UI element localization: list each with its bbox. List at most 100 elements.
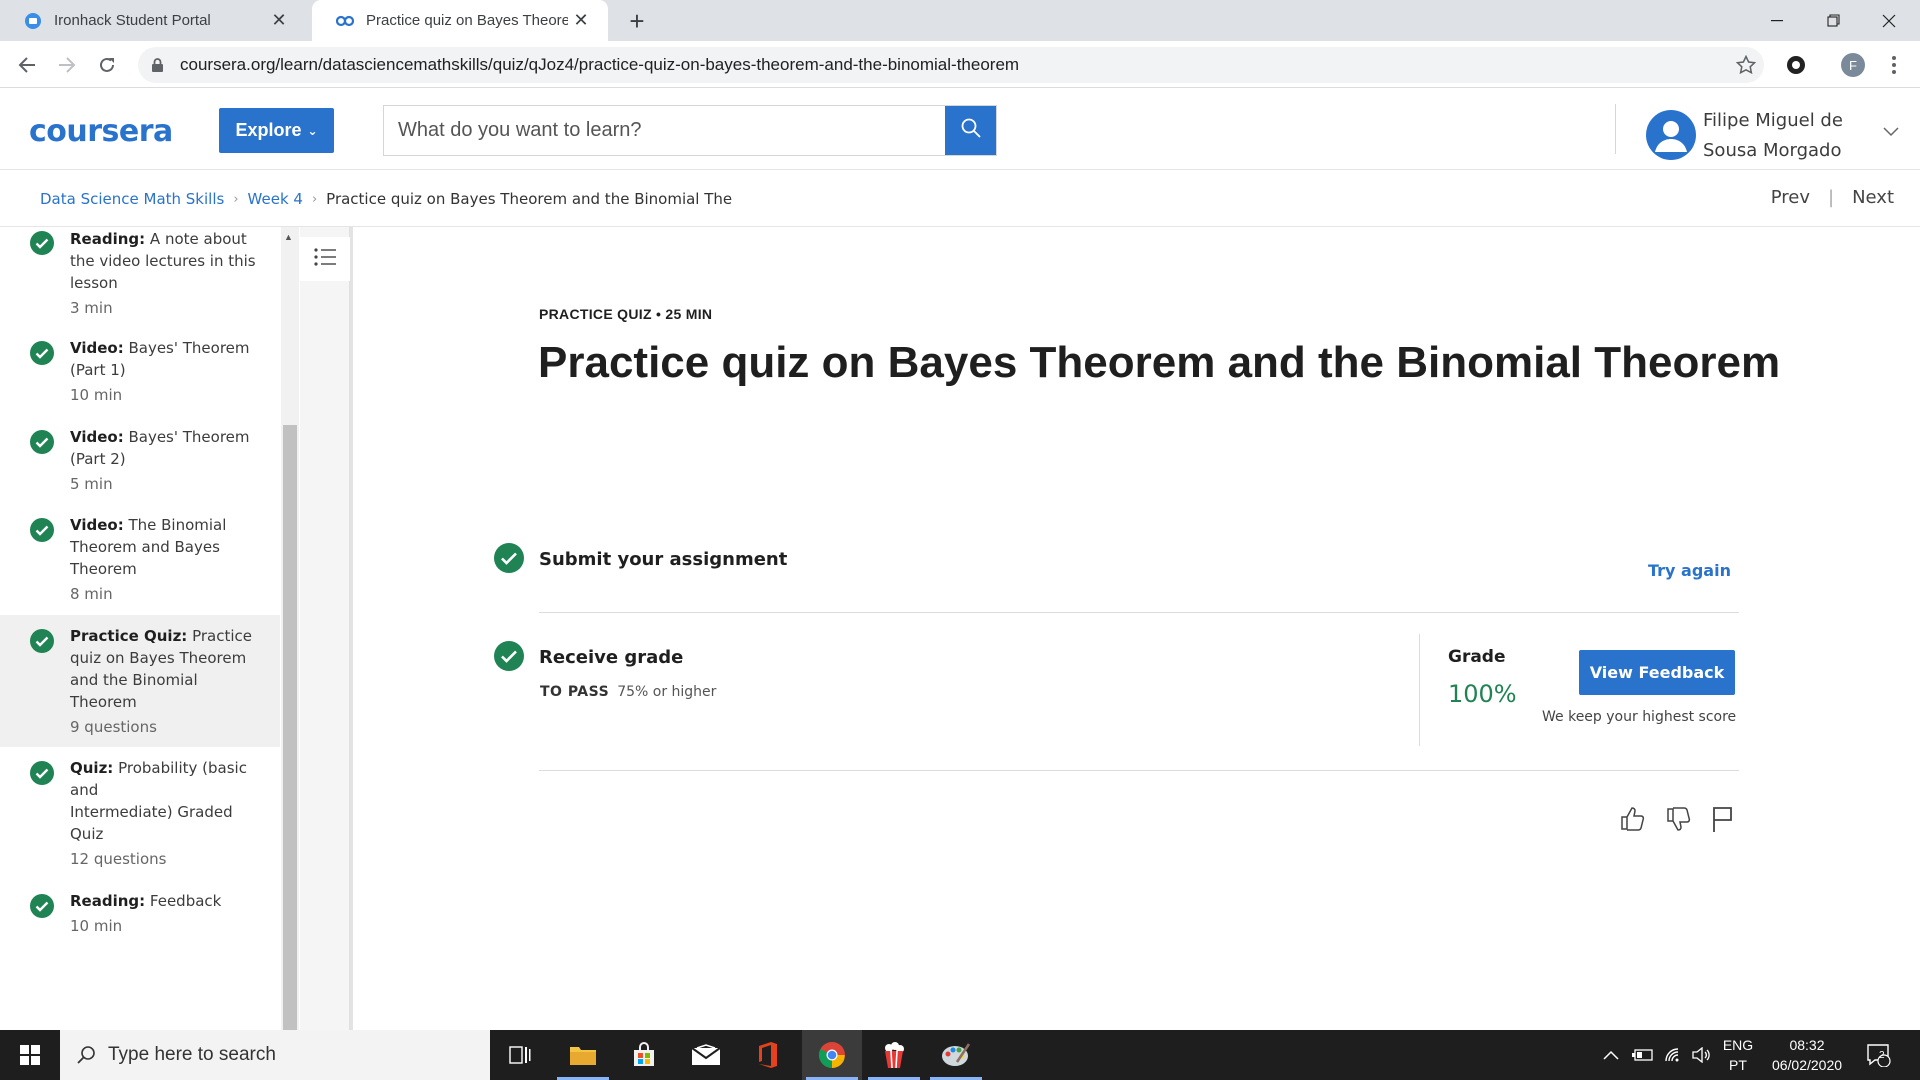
- user-name[interactable]: Filipe Miguel de Sousa Morgado: [1703, 106, 1863, 166]
- tab-title: Ironhack Student Portal: [54, 12, 211, 29]
- thumbs-down-icon[interactable]: [1664, 804, 1694, 834]
- wifi-icon[interactable]: [1664, 1030, 1684, 1080]
- page-title: Practice quiz on Bayes Theorem and the B…: [538, 338, 1781, 387]
- submit-complete-check-icon: [494, 543, 524, 573]
- windows-start-icon[interactable]: [0, 1030, 60, 1080]
- breadcrumb-course-link[interactable]: Data Science Math Skills: [40, 190, 224, 208]
- grade-divider: [1419, 634, 1420, 746]
- tab-title: Practice quiz on Bayes Theorem a: [366, 12, 568, 29]
- close-window-icon[interactable]: [1862, 0, 1916, 41]
- try-again-link[interactable]: Try again: [1648, 561, 1731, 580]
- item-title-line: Quiz: [70, 825, 104, 843]
- mail-icon[interactable]: [676, 1030, 736, 1080]
- item-eyebrow: PRACTICE QUIZ • 25 MIN: [539, 306, 713, 322]
- breadcrumb-bar: Data Science Math Skills › Week 4 › Prac…: [0, 170, 1920, 227]
- microsoft-store-icon[interactable]: [614, 1030, 674, 1080]
- file-explorer-icon[interactable]: [553, 1030, 613, 1080]
- scroll-up-arrow-icon[interactable]: ▲: [284, 232, 293, 242]
- item-type: Practice Quiz:: [70, 627, 188, 645]
- office-icon[interactable]: [738, 1030, 798, 1080]
- sidebar-scrollbar-thumb[interactable]: [283, 425, 297, 1030]
- sidebar-item-video-binomial[interactable]: Video: The Binomial Theorem and Bayes Th…: [0, 514, 280, 614]
- next-link[interactable]: Next: [1852, 187, 1894, 208]
- submit-assignment-label: Submit your assignment: [539, 549, 788, 570]
- extension-icon[interactable]: [1784, 53, 1808, 77]
- view-feedback-button[interactable]: View Feedback: [1579, 650, 1735, 695]
- item-type: Video:: [70, 428, 124, 446]
- close-tab-icon[interactable]: ✕: [266, 8, 292, 34]
- tray-chevron-up-icon[interactable]: [1603, 1030, 1619, 1080]
- system-clock[interactable]: 08:32 06/02/2020: [1762, 1035, 1852, 1075]
- nav-separator: |: [1827, 187, 1835, 208]
- back-arrow-icon[interactable]: [12, 50, 42, 80]
- thumbs-up-icon[interactable]: [1618, 804, 1648, 834]
- sidebar-item-graded-quiz[interactable]: Quiz: Probability (basic and Intermediat…: [0, 757, 280, 868]
- item-duration: 3 min: [70, 299, 113, 317]
- to-pass-requirement: TO PASS 75% or higher: [540, 684, 716, 700]
- item-title-line: Theorem and Bayes: [70, 538, 220, 556]
- chrome-taskbar-icon[interactable]: [802, 1030, 862, 1080]
- restore-icon[interactable]: [1806, 0, 1860, 41]
- new-tab-icon[interactable]: +: [622, 6, 652, 36]
- search-input[interactable]: [384, 106, 945, 155]
- profile-avatar[interactable]: F: [1841, 53, 1865, 77]
- tab-coursera-quiz[interactable]: Practice quiz on Bayes Theorem a ✕: [312, 0, 608, 41]
- item-type: Video:: [70, 516, 124, 534]
- chrome-menu-icon[interactable]: [1882, 53, 1906, 77]
- close-tab-icon[interactable]: ✕: [568, 8, 594, 34]
- task-view-icon[interactable]: [490, 1030, 550, 1080]
- completed-check-icon: [30, 430, 54, 454]
- taskbar-search-placeholder: Type here to search: [108, 1044, 276, 1065]
- content-divider: [350, 227, 353, 1030]
- item-title: Probability (basic: [113, 759, 247, 777]
- forward-arrow-icon[interactable]: [52, 50, 82, 80]
- to-pass-value: 75% or higher: [617, 684, 717, 700]
- sidebar-item-reading-feedback[interactable]: Reading: Feedback 10 min: [0, 890, 280, 950]
- prev-link[interactable]: Prev: [1771, 187, 1810, 208]
- ironhack-favicon-icon: [24, 12, 42, 30]
- battery-icon[interactable]: [1632, 1030, 1654, 1080]
- item-type: Quiz:: [70, 759, 114, 777]
- paint-icon[interactable]: [926, 1030, 986, 1080]
- address-bar[interactable]: coursera.org/learn/datasciencemathskills…: [138, 47, 1764, 83]
- breadcrumb-week-link[interactable]: Week 4: [248, 190, 303, 208]
- windows-taskbar: Type here to search ENG PT 08:32 06/02/2…: [0, 1030, 1920, 1080]
- coursera-favicon-icon: [336, 12, 354, 30]
- search-icon: [76, 1045, 96, 1065]
- sidebar-item-video-bayes-1[interactable]: Video: Bayes' Theorem (Part 1) 10 min: [0, 337, 280, 417]
- volume-icon[interactable]: [1692, 1030, 1712, 1080]
- explore-button[interactable]: Explore ⌄: [219, 108, 334, 153]
- sidebar-item-reading-note[interactable]: Reading: A note about the video lectures…: [0, 227, 280, 327]
- item-title-line: and: [70, 781, 99, 799]
- item-question-count: 12 questions: [70, 850, 167, 868]
- breadcrumb: Data Science Math Skills › Week 4 › Prac…: [40, 190, 732, 208]
- search-button[interactable]: [945, 106, 996, 155]
- item-type: Reading:: [70, 230, 146, 248]
- sidebar-item-practice-quiz[interactable]: Practice Quiz: Practice quiz on Bayes Th…: [0, 615, 280, 747]
- outline-toggle-button[interactable]: [300, 237, 350, 281]
- sidebar-item-video-bayes-2[interactable]: Video: Bayes' Theorem (Part 2) 5 min: [0, 426, 280, 506]
- item-title-line: Theorem: [70, 560, 137, 578]
- taskbar-search-box[interactable]: Type here to search: [60, 1030, 490, 1080]
- tab-ironhack[interactable]: Ironhack Student Portal ✕: [0, 0, 306, 41]
- user-avatar[interactable]: [1646, 110, 1696, 160]
- item-title-line: (Part 2): [70, 450, 126, 468]
- outline-toggle-column: [300, 227, 350, 1030]
- minimize-icon[interactable]: [1750, 0, 1804, 41]
- highest-score-note: We keep your highest score: [1542, 709, 1737, 725]
- chevron-down-icon[interactable]: [1883, 124, 1899, 142]
- search-icon: [961, 118, 981, 143]
- coursera-logo[interactable]: coursera: [29, 114, 173, 149]
- popcorn-app-icon[interactable]: [864, 1030, 924, 1080]
- reload-icon[interactable]: [92, 50, 122, 80]
- flag-icon[interactable]: [1708, 804, 1738, 834]
- item-duration: 8 min: [70, 585, 113, 603]
- input-language[interactable]: ENG PT: [1718, 1035, 1758, 1075]
- search-box: [383, 105, 997, 156]
- bookmark-star-icon[interactable]: [1734, 53, 1758, 77]
- user-name-line2: Sousa Morgado: [1703, 140, 1842, 161]
- chevron-down-icon: ⌄: [307, 123, 318, 138]
- grade-value: 100%: [1448, 680, 1517, 708]
- notifications-icon[interactable]: 2: [1866, 1030, 1892, 1080]
- section-divider: [539, 770, 1739, 771]
